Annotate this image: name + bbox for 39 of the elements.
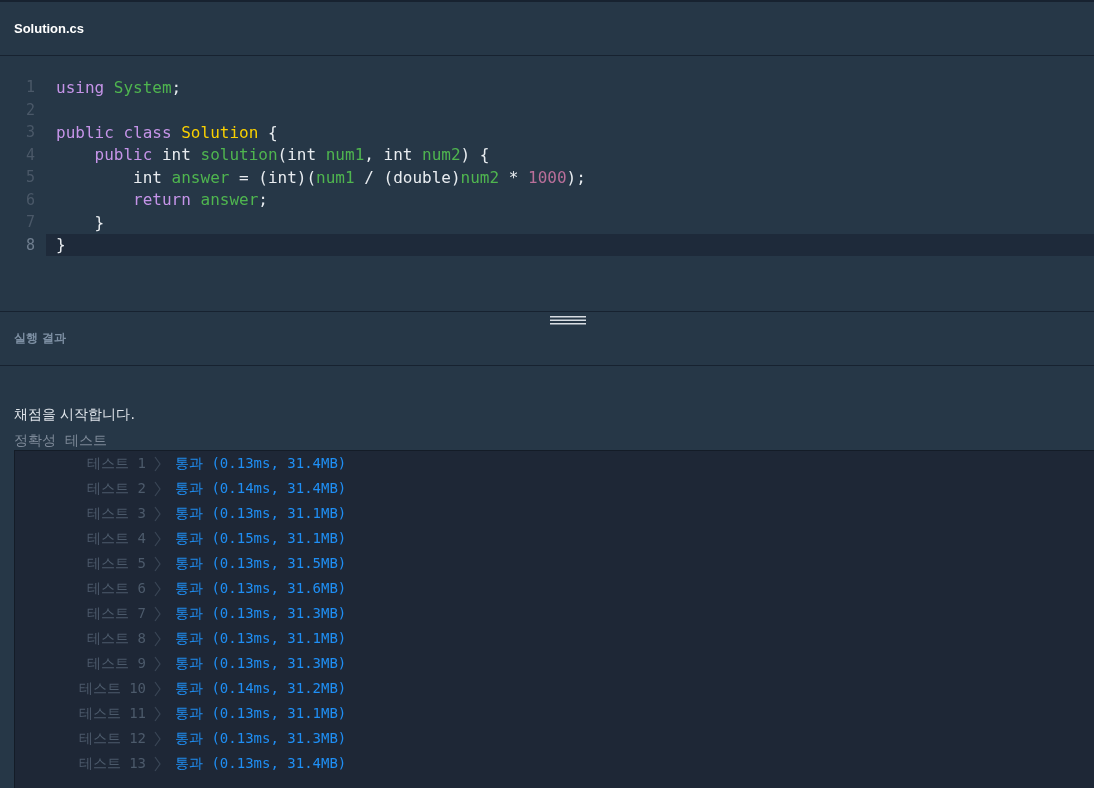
output-message: 채점을 시작합니다. — [14, 405, 136, 424]
line-number: 8 — [26, 235, 36, 254]
test-result: 통과 (0.14ms, 31.4MB) — [175, 479, 347, 498]
chevron-icon — [154, 730, 161, 747]
section-heading: 정확성 테스트 — [14, 432, 108, 450]
test-result: 통과 (0.13ms, 31.4MB) — [175, 754, 347, 773]
code-text: } — [55, 235, 66, 255]
test-result: 통과 (0.13ms, 31.1MB) — [175, 629, 347, 648]
chevron-icon — [154, 530, 161, 547]
code-text: using System; — [55, 77, 182, 97]
test-result: 통과 (0.13ms, 31.3MB) — [175, 654, 347, 673]
chevron-icon — [154, 580, 161, 597]
panel-title: 실행 결과 — [14, 330, 67, 347]
resize-handle[interactable] — [550, 316, 586, 325]
test-result: 통과 (0.13ms, 31.1MB) — [175, 704, 347, 723]
chevron-icon — [154, 555, 161, 572]
chevron-icon — [154, 630, 161, 647]
chevron-icon — [154, 680, 161, 697]
code-text: public int solution(int num1, int num2) { — [93, 145, 490, 165]
test-result: 통과 (0.14ms, 31.2MB) — [175, 679, 347, 698]
chevron-icon — [154, 480, 161, 497]
test-result: 통과 (0.13ms, 31.5MB) — [175, 554, 347, 573]
chevron-icon — [154, 705, 161, 722]
test-result: 통과 (0.13ms, 31.6MB) — [175, 579, 347, 598]
test-result: 통과 (0.13ms, 31.4MB) — [175, 454, 347, 473]
test-result: 통과 (0.15ms, 31.1MB) — [175, 529, 347, 548]
code-text: public class Solution { — [55, 122, 278, 142]
chevron-icon — [154, 505, 161, 522]
file-tab[interactable]: Solution.cs — [14, 21, 85, 36]
chevron-icon — [154, 605, 161, 622]
test-result: 통과 (0.13ms, 31.1MB) — [175, 504, 347, 523]
chevron-icon — [154, 755, 161, 772]
chevron-icon — [154, 655, 161, 672]
code-text: return answer; — [132, 190, 268, 210]
test-result: 통과 (0.13ms, 31.3MB) — [175, 604, 347, 623]
test-result: 통과 (0.13ms, 31.3MB) — [175, 729, 347, 748]
code-text: } — [93, 212, 105, 232]
code-text: int answer = (int)(num1 / (double)num2 * 1000); — [132, 167, 586, 187]
chevron-icon — [154, 455, 161, 472]
